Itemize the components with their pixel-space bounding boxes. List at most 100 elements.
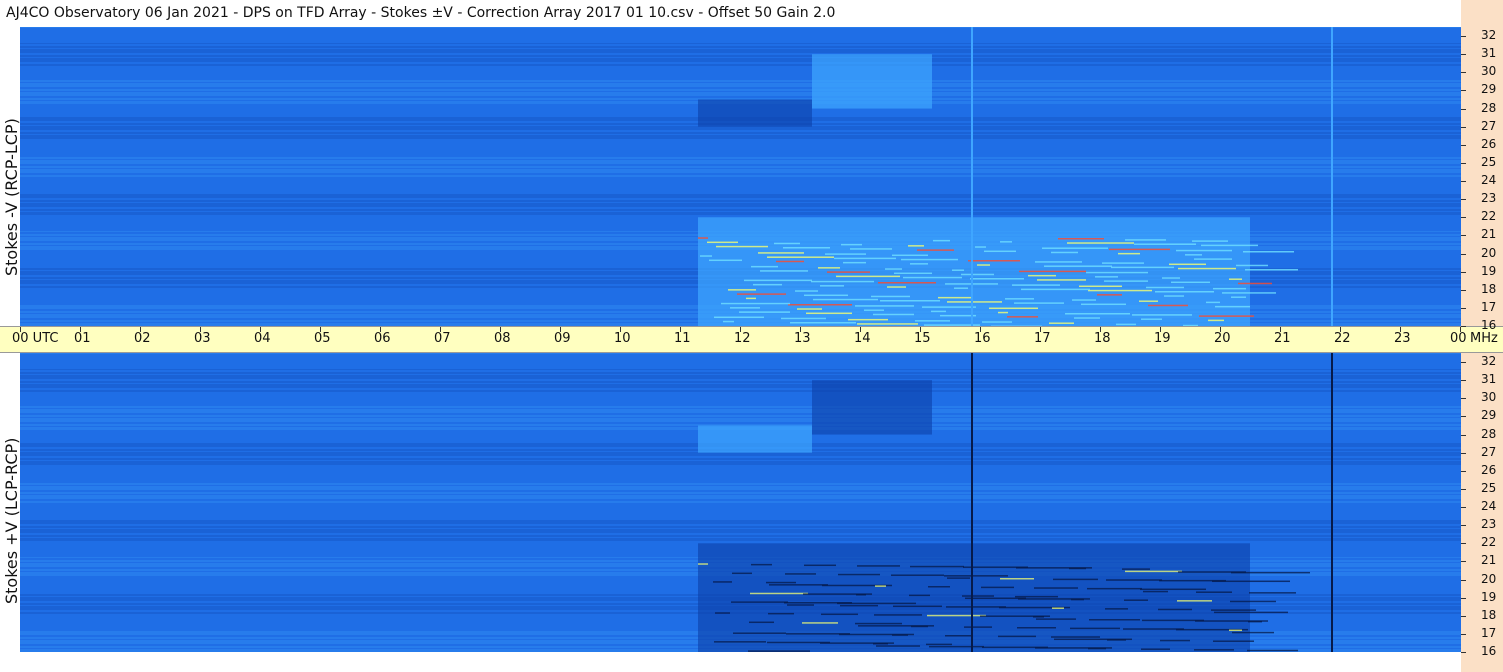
noise-band: [20, 194, 1461, 197]
absorption-streak: [893, 605, 942, 608]
absorption-streak: [1211, 609, 1256, 611]
noise-band: [20, 89, 1461, 91]
emission-streak: [737, 293, 786, 295]
emission-streak: [1176, 249, 1232, 252]
absorption-streak: [1177, 600, 1212, 602]
emission-streak: [1012, 284, 1060, 286]
time-tick-label: 19: [1154, 331, 1171, 346]
absorption-streak: [1247, 649, 1298, 652]
noise-band: [20, 369, 1461, 370]
emission-streak: [698, 237, 708, 239]
time-tick-label: 17: [1034, 331, 1051, 346]
noise-band: [20, 86, 1461, 87]
absorption-streak: [998, 635, 1036, 638]
absorption-streak: [785, 573, 816, 575]
frequency-tick: [1461, 398, 1466, 400]
absorption-streak: [751, 563, 772, 566]
noise-band: [20, 27, 1461, 28]
emission-streak: [1141, 318, 1162, 320]
noise-band: [20, 406, 1461, 408]
frequency-tick: [1461, 362, 1466, 364]
emission-streak: [1213, 287, 1246, 290]
absorption-streak: [1158, 608, 1192, 611]
dark-block: [698, 99, 812, 127]
time-tick-label: 08: [494, 331, 511, 346]
absorption-streak: [856, 594, 866, 596]
absorption-streak: [748, 650, 810, 652]
absorption-streak: [1196, 591, 1232, 593]
time-tick-label: 15: [914, 331, 931, 346]
noise-band: [20, 55, 1461, 57]
frequency-tick: [1461, 271, 1466, 273]
emission-streak: [1072, 299, 1096, 301]
noise-band: [20, 206, 1461, 207]
emission-streak: [776, 260, 804, 263]
absorption-streak: [1214, 611, 1288, 614]
noise-band: [20, 418, 1461, 421]
emission-streak: [1148, 304, 1188, 307]
frequency-tick-label: 30: [1481, 390, 1497, 405]
emission-streak: [901, 258, 958, 261]
absorption-streak: [1122, 568, 1150, 570]
emission-streak: [855, 305, 914, 307]
frequency-tick-label: 26: [1481, 136, 1497, 151]
rfi-vertical-line: [971, 27, 973, 326]
frequency-tick-label: 30: [1481, 64, 1497, 79]
emission-streak: [1102, 262, 1144, 264]
frequency-tick: [1461, 217, 1466, 219]
page-title: AJ4CO Observatory 06 Jan 2021 - DPS on T…: [6, 5, 836, 21]
absorption-streak: [821, 613, 858, 616]
noise-band: [20, 409, 1461, 412]
emission-streak: [1215, 305, 1250, 308]
emission-streak: [1162, 277, 1180, 279]
absorption-streak: [1000, 578, 1034, 580]
emission-streak: [1097, 294, 1122, 296]
emission-streak: [915, 320, 950, 322]
emission-streak: [730, 307, 760, 309]
absorption-streak: [787, 604, 814, 606]
frequency-tick: [1461, 543, 1466, 545]
noise-band: [20, 455, 1461, 456]
emission-streak: [947, 301, 1002, 303]
stokes-plus-v-heatmap: [20, 353, 1461, 652]
absorption-streak: [1052, 607, 1064, 609]
emission-streak: [1109, 248, 1170, 251]
emission-streak: [1028, 274, 1056, 277]
emission-streak: [1208, 319, 1224, 322]
emission-streak: [903, 276, 962, 279]
absorption-streak: [926, 643, 952, 646]
noise-band: [20, 529, 1461, 532]
frequency-tick-label: 31: [1481, 46, 1497, 61]
emission-streak: [1206, 301, 1220, 304]
absorption-streak: [715, 612, 730, 614]
emission-streak: [885, 268, 902, 270]
absorption-streak: [929, 645, 984, 648]
frequency-tick: [1461, 199, 1466, 201]
emission-streak: [751, 265, 778, 268]
noise-band: [20, 495, 1461, 498]
noise-band: [20, 135, 1461, 138]
absorption-streak: [1248, 620, 1262, 623]
absorption-streak: [875, 585, 886, 587]
emission-streak: [1238, 282, 1272, 285]
emission-streak: [1086, 271, 1148, 274]
frequency-tick: [1461, 307, 1466, 309]
frequency-tick: [1461, 54, 1466, 56]
absorption-streak: [733, 632, 786, 634]
noise-band: [20, 197, 1461, 198]
emission-streak: [1000, 241, 1012, 243]
emission-streak: [723, 320, 734, 323]
emission-streak: [892, 254, 928, 257]
frequency-tick: [1461, 579, 1466, 581]
emission-streak: [1005, 298, 1034, 300]
frequency-tick-label: 19: [1481, 589, 1497, 604]
emission-streak: [1243, 251, 1294, 253]
absorption-streak: [1036, 618, 1076, 620]
absorption-streak: [1033, 616, 1044, 618]
emission-streak: [721, 302, 790, 305]
noise-band: [20, 415, 1461, 417]
absorption-streak: [698, 563, 708, 565]
emission-streak: [922, 306, 976, 308]
noise-band: [20, 172, 1461, 173]
absorption-streak: [1106, 579, 1162, 581]
